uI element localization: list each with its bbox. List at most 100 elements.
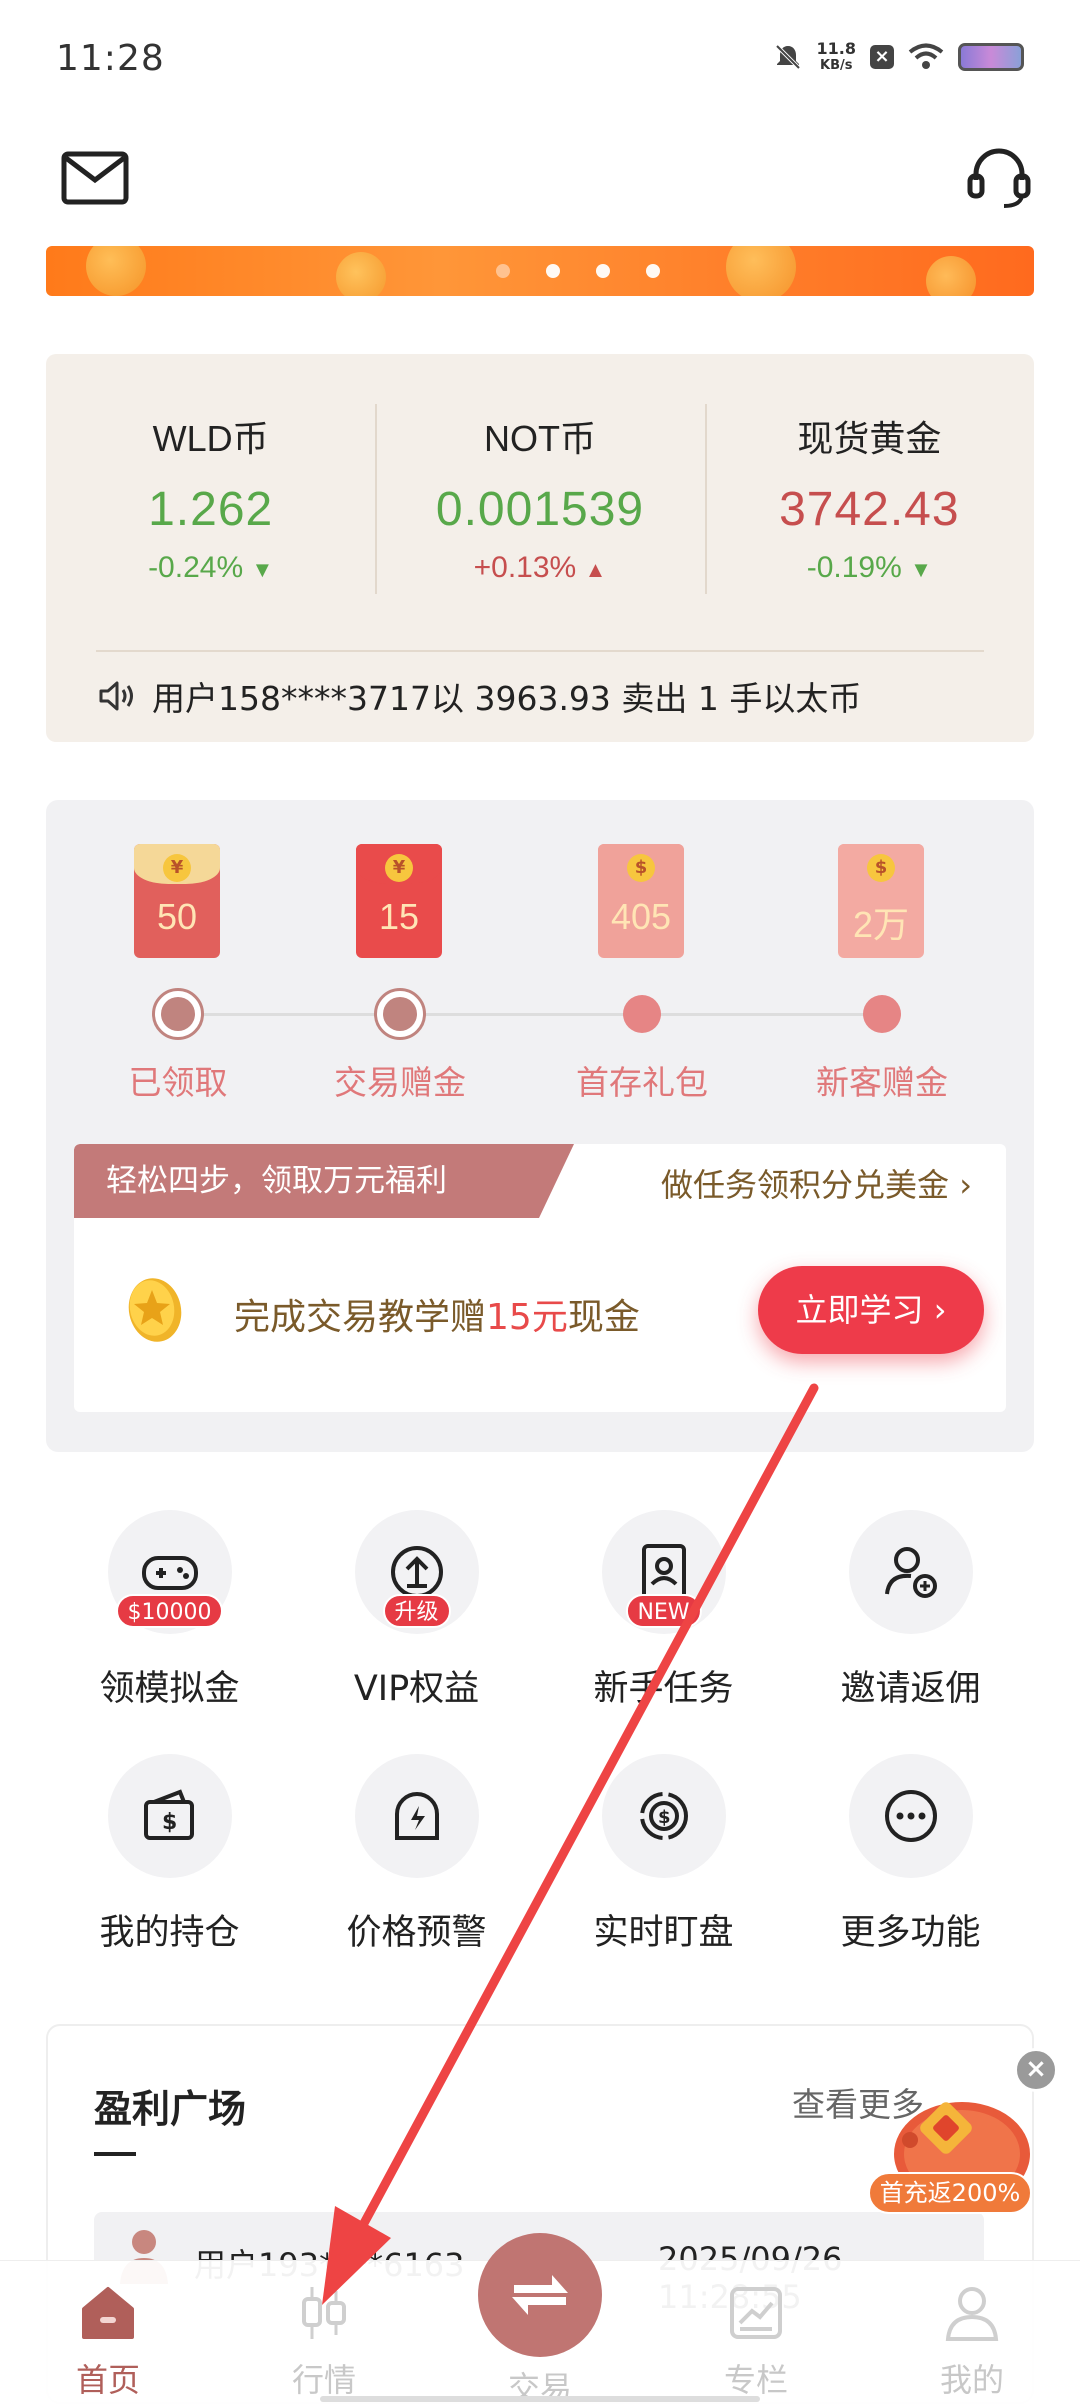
exchange-icon xyxy=(512,2275,568,2315)
ticker-name: NOT币 xyxy=(483,418,596,459)
ticker-change-value: -0.24% xyxy=(148,551,244,584)
feature-icon-bg: $ xyxy=(107,1754,232,1878)
envelope-badge: $ xyxy=(627,854,655,882)
chevron-right-icon: › xyxy=(959,1166,972,1204)
feature-newbie-task[interactable]: NEW 新手任务 xyxy=(540,1510,787,1711)
ticker-item-wld[interactable]: WLD币 1.262 -0.24% ▼ xyxy=(46,404,375,584)
nav-label: 我的 xyxy=(939,2361,1004,2399)
ticker-price: 3742.43 xyxy=(779,483,960,536)
envelope-amount: 15 xyxy=(378,896,420,937)
svg-text:$: $ xyxy=(658,1807,671,1828)
divider xyxy=(96,650,984,652)
envelope-badge: $ xyxy=(867,854,895,882)
promo-close-button[interactable]: × xyxy=(1014,2048,1058,2092)
banner-coin-decoration xyxy=(926,256,976,296)
nav-profile[interactable]: 我的 xyxy=(864,2281,1080,2401)
red-envelope[interactable]: $ 405 xyxy=(598,844,684,958)
ticker-name: WLD币 xyxy=(152,418,269,459)
envelope-amount: 2万 xyxy=(852,904,910,945)
down-arrow-icon: ▼ xyxy=(251,557,274,582)
trade-notice[interactable]: 用户158****3717以 3963.93 卖出 1 手以太币 xyxy=(98,672,861,720)
step-dot-pending xyxy=(623,995,661,1033)
status-time: 11:28 xyxy=(56,38,165,79)
nav-label: 行情 xyxy=(291,2361,356,2399)
reward-envelopes: ¥ 50 ¥ 15 $ 405 $ 2万 xyxy=(46,844,1034,964)
market-ticker-card: WLD币 1.262 -0.24% ▼ NOT币 0.001539 +0.13%… xyxy=(46,354,1034,742)
step-label: 首存礼包 xyxy=(576,1063,708,1102)
feature-positions[interactable]: $ 我的持仓 xyxy=(46,1754,293,1955)
gamepad-icon xyxy=(141,1556,198,1590)
up-arrow-icon: ▲ xyxy=(584,557,607,582)
envelope-badge: ¥ xyxy=(385,854,413,882)
task-box: 轻松四步，领取万元福利 做任务领积分兑美金 › 完成交易教学赠15元现金 立即学… xyxy=(74,1144,1006,1412)
wifi-icon xyxy=(908,43,944,69)
task-points-link[interactable]: 做任务领积分兑美金 › xyxy=(661,1160,972,1206)
feature-vip[interactable]: 升级 VIP权益 xyxy=(293,1510,540,1711)
step-dot-pending xyxy=(863,995,901,1033)
task-text-post: 现金 xyxy=(567,1297,640,1338)
feature-more[interactable]: 更多功能 xyxy=(787,1754,1034,1955)
status-bar: 11:28 11.8 KB/s × xyxy=(0,0,1080,120)
trade-notice-text: 用户158****3717以 3963.93 卖出 1 手以太币 xyxy=(152,679,862,718)
nav-trade[interactable] xyxy=(478,2233,602,2357)
task-text-amount: 15元 xyxy=(486,1297,568,1338)
feature-icon-bg: $ xyxy=(601,1754,726,1878)
feature-label: 新手任务 xyxy=(593,1669,734,1709)
plaza-title-underline xyxy=(94,2152,136,2156)
task-tab-title: 轻松四步，领取万元福利 xyxy=(74,1144,574,1218)
feature-label: 邀请返佣 xyxy=(840,1669,981,1709)
feature-label: 领模拟金 xyxy=(99,1669,240,1709)
top-header xyxy=(0,140,1080,240)
promo-label[interactable]: 首充返200% xyxy=(868,2172,1032,2214)
learn-now-button[interactable]: 立即学习 › xyxy=(758,1266,984,1354)
step-label: 新客赠金 xyxy=(816,1063,948,1102)
feature-invite[interactable]: 邀请返佣 xyxy=(787,1510,1034,1711)
ticker-item-gold[interactable]: 现货黄金 3742.43 -0.19% ▼ xyxy=(704,404,1034,594)
feature-icon-bg: $10000 xyxy=(107,1510,232,1634)
battery-icon xyxy=(958,43,1024,71)
feature-label: 实时盯盘 xyxy=(593,1913,734,1953)
banner-coin-decoration xyxy=(726,246,796,296)
banner-pagination xyxy=(496,264,660,278)
nav-market[interactable]: 行情 xyxy=(216,2281,432,2401)
banner-dot[interactable] xyxy=(646,264,660,278)
upgrade-icon xyxy=(390,1546,443,1598)
feature-live-watch[interactable]: $ 实时盯盘 xyxy=(540,1754,787,1955)
feature-icon-bg xyxy=(848,1754,973,1878)
task-text-pre: 完成交易教学赠 xyxy=(234,1297,487,1338)
feature-pill: NEW xyxy=(625,1594,702,1628)
mail-icon[interactable] xyxy=(60,148,130,208)
customer-service-icon[interactable] xyxy=(964,146,1034,210)
alert-icon xyxy=(394,1792,439,1840)
ticker-price: 1.262 xyxy=(148,483,274,536)
banner-dot[interactable] xyxy=(496,264,510,278)
promo-banner[interactable] xyxy=(46,246,1034,296)
step-dot-current xyxy=(374,988,426,1040)
watch-dollar-icon: $ xyxy=(639,1792,688,1840)
red-envelope[interactable]: ¥ 50 xyxy=(134,844,220,958)
ticker-change-value: -0.19% xyxy=(806,551,902,584)
feature-pill: 升级 xyxy=(382,1594,451,1628)
ticker-item-not[interactable]: NOT币 0.001539 +0.13% ▲ xyxy=(375,404,704,594)
gold-coin-icon xyxy=(128,1278,182,1342)
banner-coin-decoration xyxy=(336,252,386,296)
feature-price-alert[interactable]: 价格预警 xyxy=(293,1754,540,1955)
speaker-icon xyxy=(99,681,133,711)
ticker-name: 现货黄金 xyxy=(797,418,942,459)
nav-label: 首页 xyxy=(75,2361,140,2399)
net-speed-unit: KB/s xyxy=(820,58,853,73)
red-envelope[interactable]: $ 2万 xyxy=(838,844,924,958)
plaza-title: 盈利广场 xyxy=(94,2087,247,2131)
feature-simulated-fund[interactable]: $10000 领模拟金 xyxy=(46,1510,293,1711)
ticker-price: 0.001539 xyxy=(435,483,645,536)
nav-column[interactable]: 专栏 xyxy=(648,2281,864,2401)
envelope-amount: 50 xyxy=(156,896,198,937)
red-envelope[interactable]: ¥ 15 xyxy=(356,844,442,958)
banner-dot[interactable] xyxy=(546,264,560,278)
nav-home[interactable]: 首页 xyxy=(0,2281,216,2401)
banner-dot[interactable] xyxy=(596,264,610,278)
learn-now-label: 立即学习 xyxy=(795,1291,924,1329)
status-icons: 11.8 KB/s × xyxy=(773,40,1024,74)
feature-label: 更多功能 xyxy=(840,1913,981,1953)
steps-progress-line xyxy=(178,1013,878,1016)
